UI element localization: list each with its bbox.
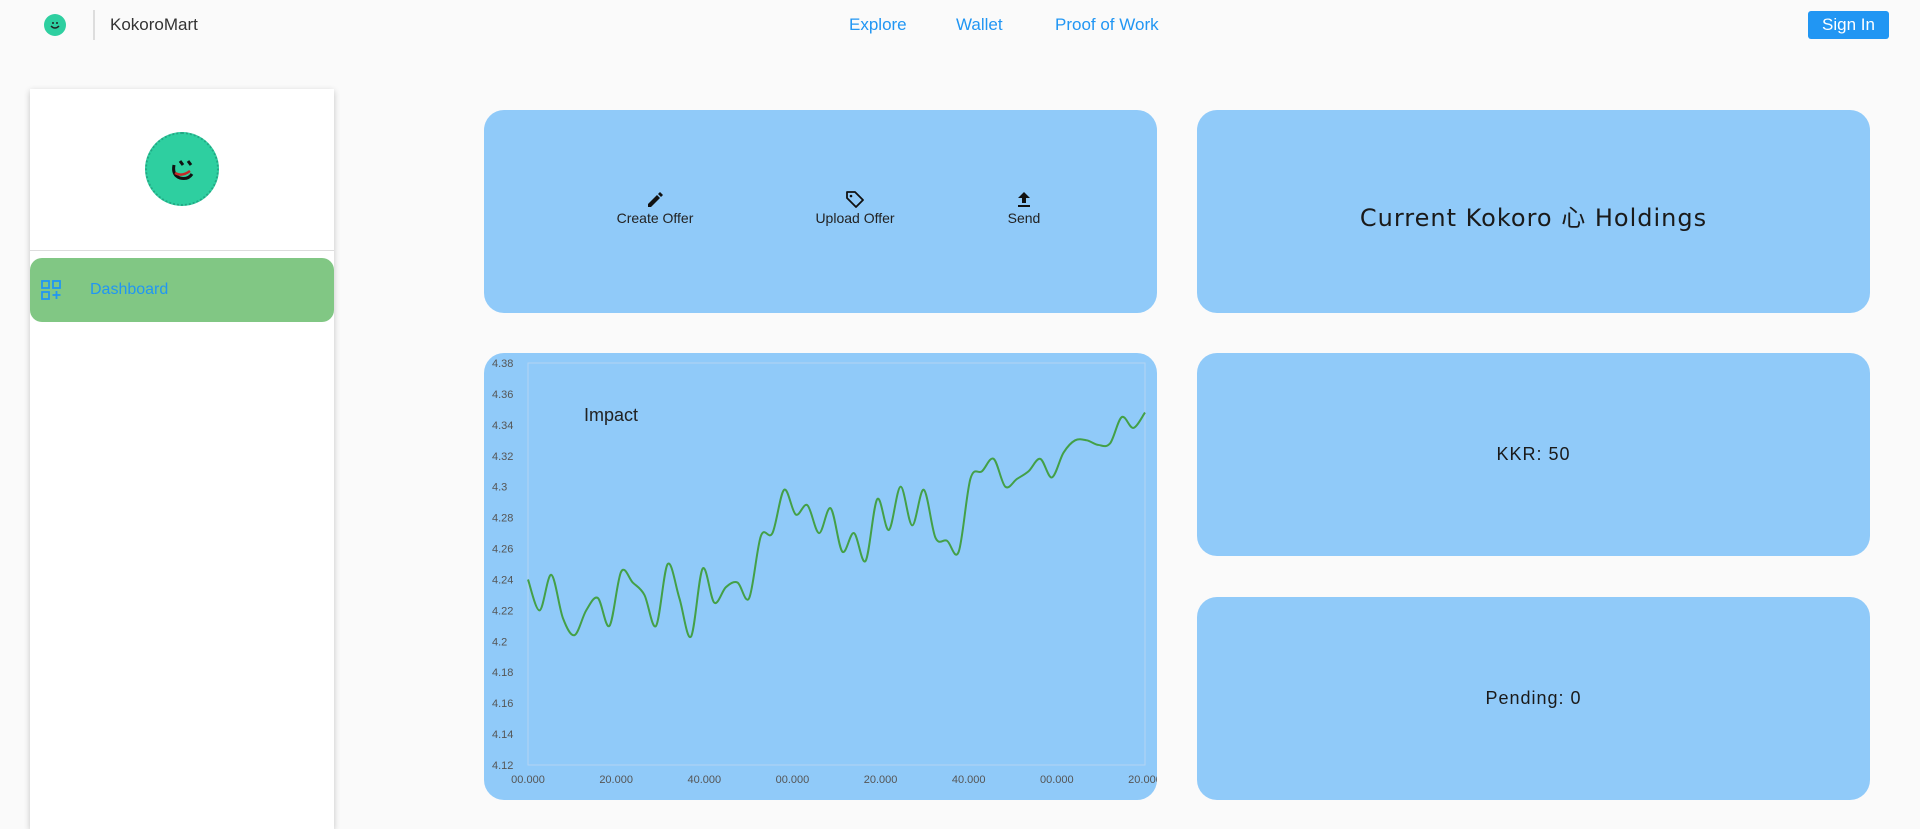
- sign-in-button[interactable]: Sign In: [1808, 11, 1889, 39]
- avatar: [145, 132, 219, 206]
- x-tick-label: 40.000: [687, 774, 721, 786]
- sidebar-item-label: Dashboard: [90, 281, 169, 298]
- y-tick-label: 4.3: [492, 482, 507, 494]
- y-tick-label: 4.24: [492, 574, 513, 586]
- y-tick-label: 4.34: [492, 420, 513, 432]
- y-tick-label: 4.36: [492, 389, 513, 401]
- tag-icon: [846, 191, 864, 208]
- pending-balance: Pending: 0: [1485, 688, 1582, 708]
- y-tick-label: 4.14: [492, 729, 513, 741]
- top-bar: KokoroMart Explore Wallet Proof of Work …: [0, 0, 1920, 50]
- impact-chart-card: 4.12 4.14 4.16 4.18 4.2 4.22 4.24 4.26 4.28 4.3 4.…: [484, 353, 1157, 800]
- y-tick-label: 4.16: [492, 698, 513, 710]
- send-label: Send: [1007, 210, 1041, 226]
- x-tick-label: 20.000: [864, 774, 898, 786]
- x-tick-label: 40.000: [952, 774, 986, 786]
- y-tick-label: 4.26: [492, 544, 513, 556]
- chart-title: Impact: [584, 405, 639, 425]
- sidebar-item-dashboard[interactable]: Dashboard: [30, 258, 334, 322]
- nav-explore[interactable]: Explore: [849, 15, 907, 35]
- sidebar-divider: [30, 250, 334, 251]
- y-tick-label: 4.28: [492, 513, 513, 525]
- x-tick-label: 00.000: [1040, 774, 1074, 786]
- kkr-card: KKR: 50: [1197, 353, 1870, 556]
- brand-divider: [93, 10, 95, 40]
- x-tick-label: 20.000: [1128, 774, 1157, 786]
- holdings-card: Current Kokoro 心 Holdings: [1197, 110, 1870, 313]
- create-offer-button[interactable]: Create Offer: [605, 190, 705, 226]
- create-offer-label: Create Offer: [616, 210, 694, 226]
- nav-wallet[interactable]: Wallet: [956, 15, 1003, 35]
- impact-series-line: [527, 411, 1146, 638]
- y-tick-label: 4.2: [492, 636, 507, 648]
- upload-offer-label: Upload Offer: [815, 210, 895, 226]
- upload-offer-button[interactable]: Upload Offer: [800, 190, 910, 226]
- kokoro-logo-icon: [172, 160, 194, 180]
- holdings-title: Current Kokoro 心 Holdings: [1359, 204, 1708, 232]
- x-tick-label: 00.000: [511, 774, 545, 786]
- send-button[interactable]: Send: [999, 190, 1049, 226]
- brand-name[interactable]: KokoroMart: [110, 15, 198, 35]
- x-tick-label: 20.000: [599, 774, 633, 786]
- pending-card: Pending: 0: [1197, 597, 1870, 800]
- actions-card: Create Offer Upload Offer Send: [484, 110, 1157, 313]
- logo-icon[interactable]: [44, 14, 66, 36]
- kkr-balance: KKR: 50: [1496, 444, 1571, 464]
- nav-proof-of-work[interactable]: Proof of Work: [1055, 15, 1159, 35]
- y-tick-label: 4.12: [492, 760, 513, 772]
- x-tick-label: 00.000: [776, 774, 810, 786]
- pencil-icon: [648, 192, 663, 207]
- y-tick-label: 4.22: [492, 605, 513, 617]
- sidebar: Dashboard: [30, 89, 334, 829]
- upload-icon: [1018, 192, 1030, 207]
- y-tick-label: 4.18: [492, 667, 513, 679]
- y-tick-label: 4.38: [492, 358, 513, 370]
- y-tick-label: 4.32: [492, 451, 513, 463]
- dashboard-add-icon: [41, 280, 61, 305]
